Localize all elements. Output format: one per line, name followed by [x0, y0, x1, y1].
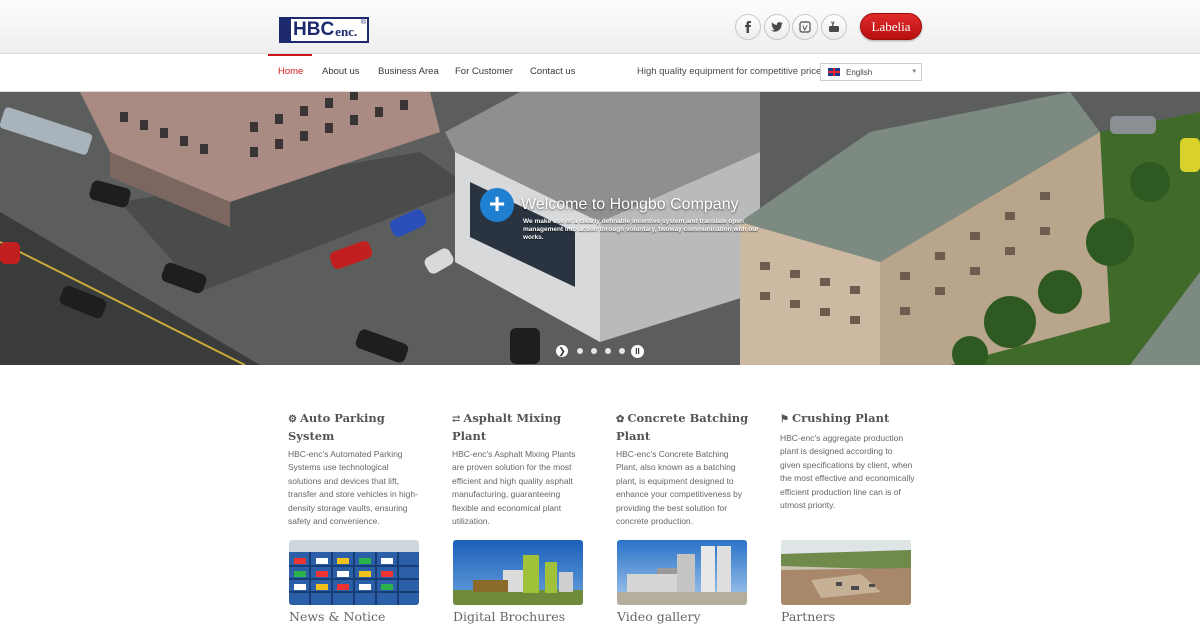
hero-slider: + Welcome to Hongbo Company We make use … — [0, 92, 1200, 365]
leaf-icon: ✿ — [616, 414, 625, 425]
nav-item-business-area[interactable]: Business Area — [378, 66, 439, 77]
nav-item-contact-us[interactable]: Contact us — [530, 66, 575, 77]
main-nav: Home About us Business Area For Customer… — [0, 54, 1200, 92]
vimeo-icon[interactable] — [792, 14, 818, 40]
twitter-icon[interactable] — [764, 14, 790, 40]
digital-brochures-link[interactable]: Digital Brochures — [453, 609, 565, 624]
feature-text: HBC-enc's aggregate production plant is … — [780, 433, 915, 511]
feature-asphalt-mixing: ⇄ Asphalt Mixing Plant HBC-enc's Asphalt … — [452, 410, 587, 528]
chevron-down-icon: ▾ — [912, 68, 916, 75]
language-select[interactable]: English ▾ — [820, 63, 922, 81]
shuffle-icon: ⇄ — [452, 414, 461, 425]
slider-dot[interactable] — [591, 348, 597, 354]
feature-text: HBC-enc's Asphalt Mixing Plants are prov… — [452, 449, 576, 527]
hero-title: Welcome to Hongbo Company — [521, 196, 739, 213]
logo-text: HBC — [293, 19, 335, 40]
slider-dot[interactable] — [619, 348, 625, 354]
partners-thumbnail[interactable] — [781, 540, 911, 605]
hero-description: We make use of a clearly definable incen… — [523, 218, 759, 241]
logo-block — [281, 19, 291, 41]
header-tagline: High quality equipment for competitive p… — [637, 66, 822, 77]
nav-item-about-us[interactable]: About us — [322, 66, 360, 77]
flag-icon: ⚑ — [780, 414, 789, 425]
site-logo[interactable]: HBC enc. ® — [279, 17, 369, 43]
feature-title[interactable]: ✿ Concrete Batching Plant — [616, 410, 751, 444]
youtube-icon[interactable] — [821, 14, 847, 40]
feature-title[interactable]: ⇄ Asphalt Mixing Plant — [452, 410, 587, 444]
plus-icon[interactable]: + — [480, 188, 514, 222]
gears-icon: ⚙ — [288, 414, 297, 425]
nav-item-for-customer[interactable]: For Customer — [455, 66, 513, 77]
feature-text: HBC-enc's Concrete Batching Plant, also … — [616, 449, 743, 527]
feature-text: HBC-enc's Automated Parking Systems use … — [288, 449, 418, 527]
labelia-button[interactable]: Labelia — [860, 13, 922, 40]
feature-concrete-batching: ✿ Concrete Batching Plant HBC-enc's Concr… — [616, 410, 751, 528]
slider-pause-icon[interactable]: II — [631, 345, 644, 358]
slider-dot[interactable] — [605, 348, 611, 354]
feature-title[interactable]: ⚙ Auto Parking System — [288, 410, 423, 444]
video-gallery-link[interactable]: Video gallery — [617, 609, 701, 624]
feature-crushing-plant: ⚑ Crushing Plant HBC-enc's aggregate prod… — [780, 410, 915, 512]
slider-dot[interactable] — [577, 348, 583, 354]
language-selected-value: English — [846, 67, 873, 77]
partners-link[interactable]: Partners — [781, 609, 835, 624]
logo-registered-mark: ® — [360, 19, 366, 26]
slider-next-icon[interactable]: ❯ — [556, 345, 568, 357]
nav-active-indicator — [268, 54, 312, 56]
feature-title[interactable]: ⚑ Crushing Plant — [780, 410, 915, 428]
logo-sub: enc. — [335, 24, 358, 39]
feature-auto-parking: ⚙ Auto Parking System HBC-enc's Automated… — [288, 410, 423, 528]
nav-item-home[interactable]: Home — [278, 66, 303, 77]
site-header: HBC enc. ® Labelia — [0, 0, 1200, 54]
news-thumbnail[interactable] — [289, 540, 419, 605]
uk-flag-icon — [828, 68, 840, 76]
brochures-thumbnail[interactable] — [453, 540, 583, 605]
news-notice-link[interactable]: News & Notice — [289, 609, 385, 624]
video-gallery-thumbnail[interactable] — [617, 540, 747, 605]
facebook-icon[interactable] — [735, 14, 761, 40]
